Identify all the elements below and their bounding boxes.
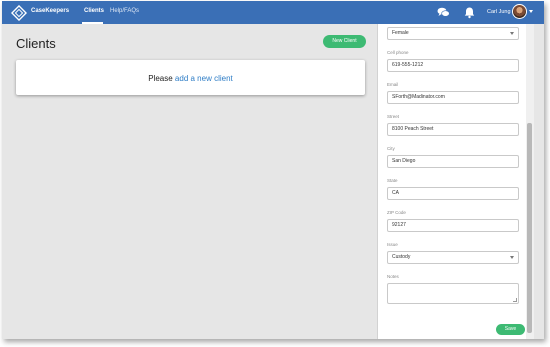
empty-state-prefix: Please <box>148 74 175 83</box>
issue-select[interactable]: Custody <box>387 251 519 264</box>
chevron-down-icon <box>510 32 514 35</box>
issue-label: Issue <box>387 242 398 247</box>
issue-select-value: Custody <box>392 254 411 260</box>
nav-clients[interactable]: Clients <box>84 8 104 14</box>
city-field[interactable]: San Diego <box>387 155 519 168</box>
avatar[interactable] <box>512 4 527 19</box>
gender-select[interactable]: Female <box>387 27 519 40</box>
empty-state-message: Please add a new client <box>16 74 365 83</box>
user-name[interactable]: Carl Jung <box>487 9 511 15</box>
nav-help-faqs[interactable]: Help/FAQs <box>110 8 139 14</box>
client-form-panel: Female Cell phone 619-555-1212 Email SFo… <box>377 24 527 339</box>
page-title: Clients <box>16 36 56 51</box>
app-window: CaseKeepers Clients Help/FAQs Carl Jung … <box>2 1 544 339</box>
notes-textarea[interactable] <box>387 283 519 304</box>
zip-code-label: ZIP Code <box>387 210 406 215</box>
empty-state-card: Please add a new client <box>16 60 365 95</box>
add-client-link[interactable]: add a new client <box>175 74 233 83</box>
state-field[interactable]: CA <box>387 187 519 200</box>
save-button[interactable]: Save <box>496 324 525 335</box>
panel-scrollbar[interactable] <box>526 24 534 339</box>
nav-active-indicator <box>82 22 103 24</box>
state-label: State <box>387 178 398 183</box>
logo-icon[interactable] <box>11 5 27 21</box>
city-label: City <box>387 146 395 151</box>
street-label: Street <box>387 114 400 119</box>
street-field[interactable]: 8100 Peach Street <box>387 123 519 136</box>
cell-phone-field[interactable]: 619-555-1212 <box>387 59 519 72</box>
new-client-button[interactable]: New Client <box>323 35 366 48</box>
chevron-down-icon[interactable] <box>529 10 533 13</box>
cell-phone-label: Cell phone <box>387 50 409 55</box>
chat-icon[interactable] <box>437 6 450 19</box>
email-label: Email <box>387 82 399 87</box>
chevron-down-icon <box>510 256 514 259</box>
notes-label: Notes <box>387 274 399 279</box>
brand-name[interactable]: CaseKeepers <box>31 8 69 14</box>
top-navbar: CaseKeepers Clients Help/FAQs Carl Jung <box>2 1 544 24</box>
zip-code-field[interactable]: 92127 <box>387 219 519 232</box>
scrollbar-thumb[interactable] <box>527 123 532 333</box>
resize-handle-icon[interactable] <box>513 298 517 302</box>
email-field[interactable]: SForth@Madinator.com <box>387 91 519 104</box>
gender-select-value: Female <box>392 30 409 36</box>
bell-icon[interactable] <box>463 6 476 19</box>
